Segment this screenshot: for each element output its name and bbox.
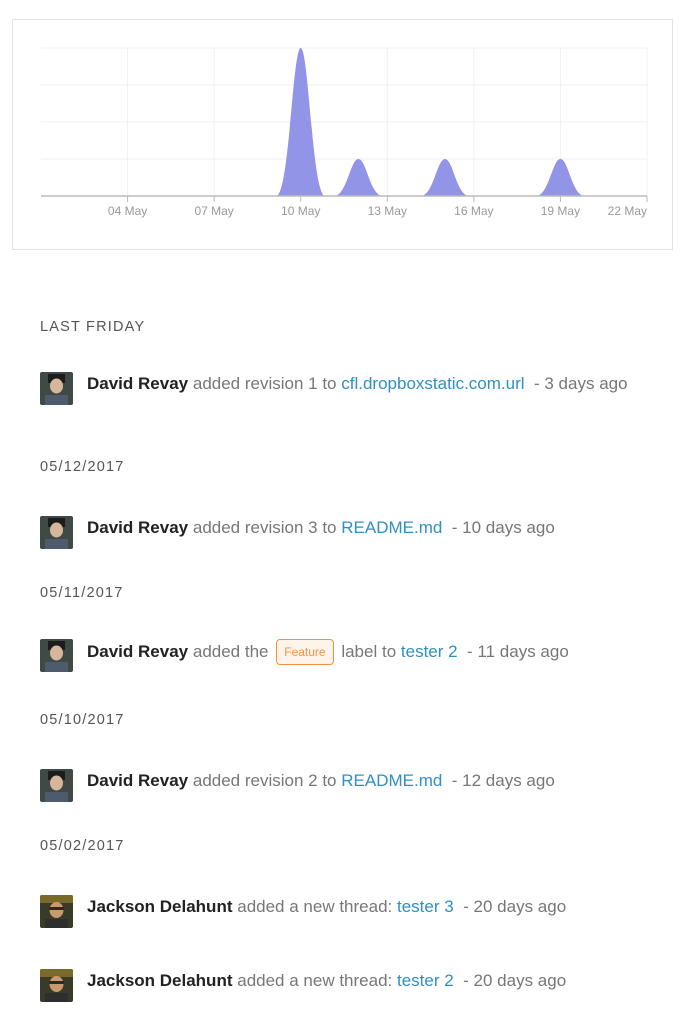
target-link[interactable]: cfl.dropboxstatic.com.url: [341, 374, 524, 393]
action-text: added revision 3 to: [192, 518, 337, 537]
date-header: LAST FRIDAY: [40, 319, 146, 335]
avatar[interactable]: [40, 769, 73, 802]
date-header: 05/11/2017: [40, 585, 124, 601]
feature-label-badge[interactable]: Feature: [276, 639, 334, 665]
time-ago: - 20 days ago: [463, 897, 567, 916]
avatar[interactable]: [40, 516, 73, 549]
x-tick-label: 13 May: [368, 204, 407, 218]
x-tick-label: 04 May: [108, 204, 147, 218]
user-name[interactable]: David Revay: [87, 642, 188, 661]
action-text: added the: [192, 642, 269, 661]
avatar[interactable]: [40, 969, 73, 1002]
date-header: 05/02/2017: [40, 838, 125, 854]
user-name[interactable]: David Revay: [87, 374, 188, 393]
avatar[interactable]: [40, 372, 73, 405]
date-header: 05/10/2017: [40, 712, 125, 728]
target-link[interactable]: tester 2: [401, 642, 458, 661]
target-link[interactable]: README.md: [341, 518, 442, 537]
time-ago: - 3 days ago: [534, 374, 628, 393]
time-ago: - 11 days ago: [467, 642, 569, 661]
time-ago: - 12 days ago: [451, 771, 555, 790]
time-ago: - 20 days ago: [463, 971, 567, 990]
user-name[interactable]: David Revay: [87, 771, 188, 790]
x-tick-label: 16 May: [454, 204, 493, 218]
date-header: 05/12/2017: [40, 459, 125, 475]
target-link[interactable]: tester 3: [397, 897, 454, 916]
action-text: added revision 1 to: [192, 374, 337, 393]
target-link[interactable]: tester 2: [397, 971, 454, 990]
x-tick-label: 10 May: [281, 204, 320, 218]
x-tick-label: 22 May: [608, 204, 647, 218]
avatar[interactable]: [40, 895, 73, 928]
action-text: added a new thread:: [237, 971, 393, 990]
time-ago: - 10 days ago: [451, 518, 555, 537]
activity-chart-svg: 04 May 07 May 10 May 13 May 16 May 19 May 22 M…: [41, 47, 648, 218]
action-text: label to: [341, 642, 397, 661]
action-text: added revision 2 to: [192, 771, 337, 790]
x-tick-label: 19 May: [541, 204, 580, 218]
user-name[interactable]: David Revay: [87, 518, 188, 537]
x-tick-label: 07 May: [194, 204, 233, 218]
avatar[interactable]: [40, 639, 73, 672]
user-name[interactable]: Jackson Delahunt: [87, 897, 233, 916]
target-link[interactable]: README.md: [341, 771, 442, 790]
user-name[interactable]: Jackson Delahunt: [87, 971, 233, 990]
action-text: added a new thread:: [237, 897, 393, 916]
activity-chart: 04 May 07 May 10 May 13 May 16 May 19 May 22 M…: [12, 19, 673, 250]
